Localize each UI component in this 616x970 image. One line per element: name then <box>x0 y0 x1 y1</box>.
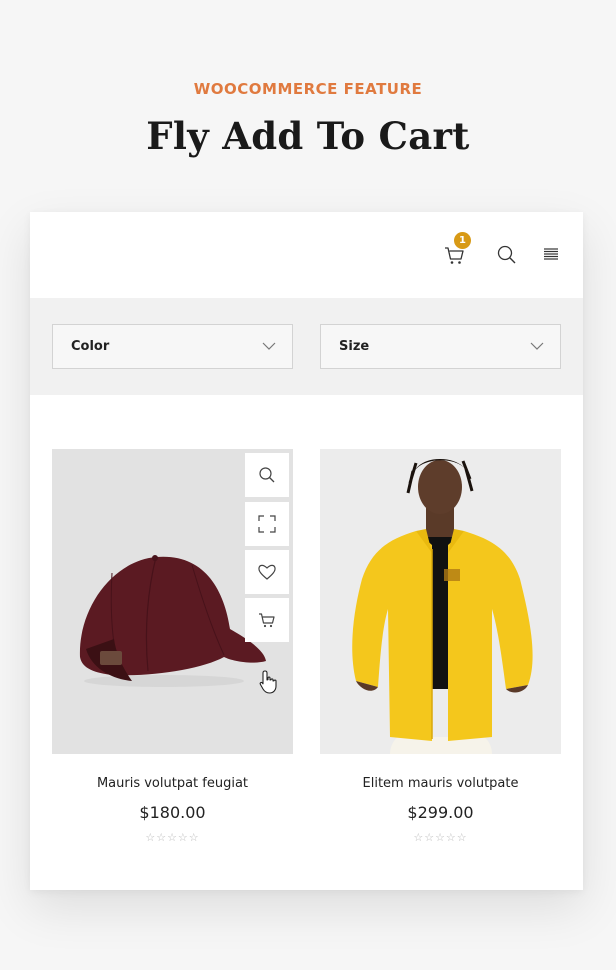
product-name[interactable]: Mauris volutpat feugiat <box>52 776 293 791</box>
add-to-cart-button[interactable] <box>245 598 289 642</box>
product-price: $299.00 <box>407 803 474 822</box>
product-card[interactable]: Mauris volutpat feugiat $180.00 ☆☆☆☆☆ <box>52 449 293 844</box>
cart-icon <box>259 613 275 628</box>
expand-icon <box>258 515 276 533</box>
rating-stars: ☆☆☆☆☆ <box>413 831 468 844</box>
section-eyebrow: WOOCOMMERCE FEATURE <box>193 80 423 98</box>
chevron-down-icon <box>262 342 276 350</box>
size-filter-label: Size <box>339 339 370 354</box>
product-name[interactable]: Elitem mauris volutpate <box>320 776 561 791</box>
man-in-yellow-jacket-image <box>352 459 533 754</box>
chevron-down-icon <box>530 342 544 350</box>
search-icon <box>259 467 275 483</box>
wishlist-button[interactable] <box>245 550 289 594</box>
color-filter-select[interactable]: Color <box>52 324 293 369</box>
quick-search-button[interactable] <box>245 453 289 497</box>
color-filter-label: Color <box>71 339 110 354</box>
filter-bar: Color Size <box>30 298 583 395</box>
top-bar: 1 <box>30 212 583 298</box>
rating-stars: ☆☆☆☆☆ <box>145 831 200 844</box>
header-menu-button[interactable] <box>536 240 566 270</box>
section-title: Fly Add To Cart <box>146 114 470 158</box>
header-search-button[interactable] <box>492 240 522 270</box>
product-price: $180.00 <box>139 803 206 822</box>
quick-view-button[interactable] <box>245 502 289 546</box>
size-filter-select[interactable]: Size <box>320 324 561 369</box>
shop-demo-card: 1 Color Size Mauris volutpat feugiat $18… <box>30 212 583 890</box>
hand-cursor-icon <box>259 670 277 694</box>
heart-icon <box>258 564 276 580</box>
menu-icon <box>544 248 558 260</box>
search-icon <box>497 245 516 264</box>
product-card[interactable]: Elitem mauris volutpate $299.00 ☆☆☆☆☆ <box>320 449 561 844</box>
product-image[interactable] <box>320 449 561 754</box>
cart-count-badge: 1 <box>454 232 471 249</box>
product-image[interactable] <box>52 449 293 754</box>
